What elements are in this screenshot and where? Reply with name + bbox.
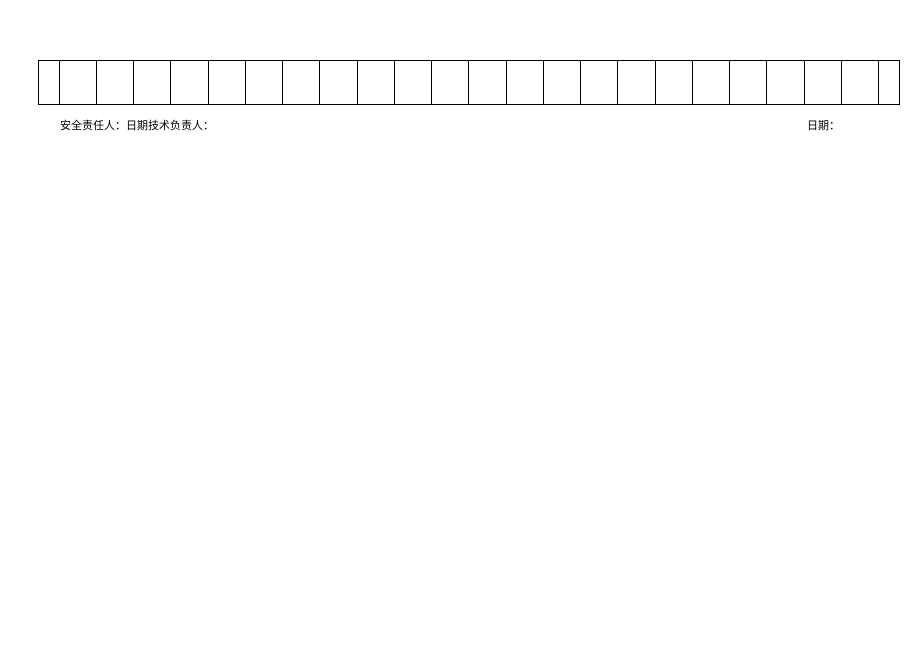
table-cell	[879, 61, 900, 105]
signature-line: 安全责任人：日期技术负责人： 日期：	[60, 117, 860, 133]
table-cell	[59, 61, 96, 105]
table-cell	[506, 61, 543, 105]
table-cell	[171, 61, 208, 105]
table-cell	[581, 61, 618, 105]
table-row	[39, 61, 900, 105]
date-label: 日期：	[807, 117, 840, 133]
table-cell	[730, 61, 767, 105]
table-cell	[692, 61, 729, 105]
table-cell	[655, 61, 692, 105]
table-cell	[208, 61, 245, 105]
table-cell	[245, 61, 282, 105]
table-cell	[804, 61, 841, 105]
table-cell	[432, 61, 469, 105]
table-cell	[767, 61, 804, 105]
data-table	[38, 60, 900, 105]
table-cell	[841, 61, 878, 105]
table-cell	[543, 61, 580, 105]
table-cell	[96, 61, 133, 105]
table-cell	[283, 61, 320, 105]
table-cell	[469, 61, 506, 105]
table-cell	[134, 61, 171, 105]
empty-grid-table	[38, 60, 900, 105]
safety-responsible-label: 安全责任人：日期技术负责人：	[60, 117, 214, 133]
table-cell	[357, 61, 394, 105]
table-cell	[618, 61, 655, 105]
table-cell	[39, 61, 60, 105]
table-cell	[394, 61, 431, 105]
table-cell	[320, 61, 357, 105]
